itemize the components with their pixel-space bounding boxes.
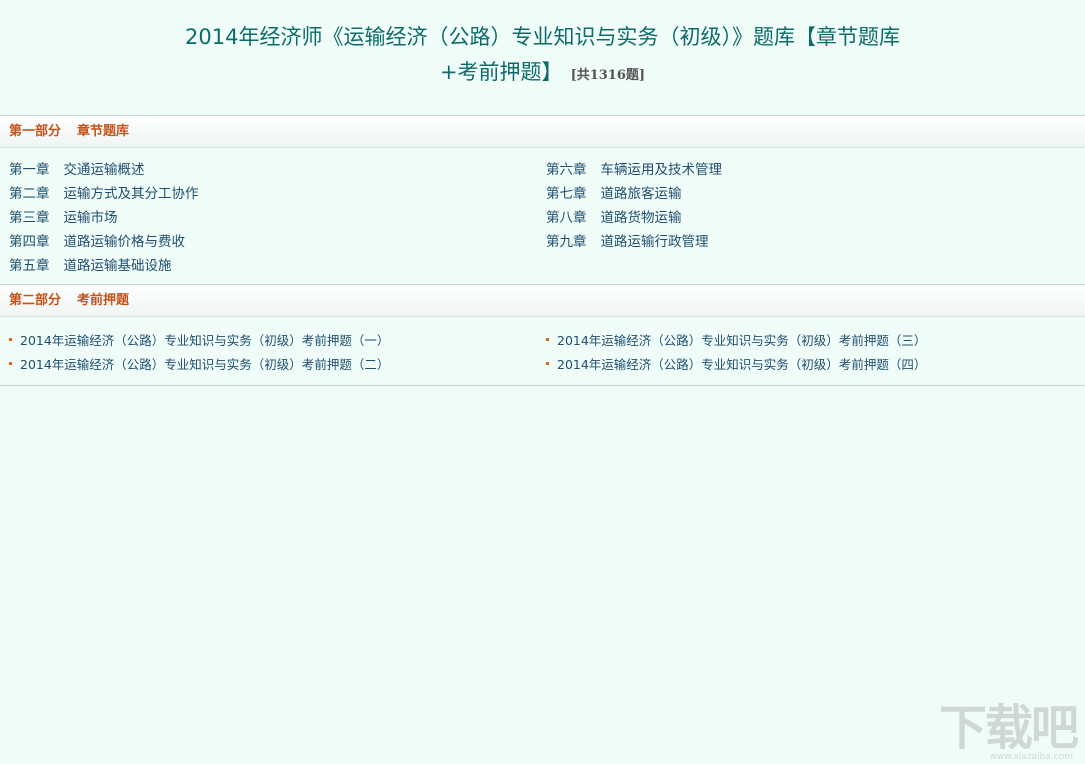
bullet-icon bbox=[9, 338, 12, 341]
chapter-link-7[interactable]: 第七章 道路旅客运输 bbox=[546, 182, 1083, 206]
title-line-2-text: +考前押题】 bbox=[439, 60, 563, 84]
exam-link-1[interactable]: 2014年运输经济（公路）专业知识与实务（初级）考前押题（一） bbox=[9, 329, 546, 353]
page-title: 2014年经济师《运输经济（公路）专业知识与实务（初级）》题库【章节题库 +考前… bbox=[0, 0, 1085, 95]
chapter-name: 运输市场 bbox=[63, 210, 118, 226]
chapter-link-9[interactable]: 第九章 道路运输行政管理 bbox=[546, 230, 1083, 254]
chapter-name: 道路运输价格与费收 bbox=[63, 234, 186, 250]
chapter-number: 第二章 bbox=[9, 186, 50, 202]
chapter-number: 第六章 bbox=[546, 162, 587, 178]
chapter-number: 第一章 bbox=[9, 162, 50, 178]
bullet-icon bbox=[546, 362, 549, 365]
section-name: 章节题库 bbox=[77, 124, 130, 139]
chapter-number: 第七章 bbox=[546, 186, 587, 202]
question-count: [共1316题] bbox=[570, 68, 646, 83]
bullet-icon bbox=[546, 338, 549, 341]
bullet-icon bbox=[9, 362, 12, 365]
exam-link-2[interactable]: 2014年运输经济（公路）专业知识与实务（初级）考前押题（二） bbox=[9, 353, 546, 377]
exam-title: 2014年运输经济（公路）专业知识与实务（初级）考前押题（三） bbox=[557, 333, 927, 348]
section-header-exams: 第二部分 考前押题 bbox=[0, 284, 1085, 317]
title-line-2: +考前押题】 [共1316题] bbox=[0, 55, 1085, 93]
title-line-1: 2014年经济师《运输经济（公路）专业知识与实务（初级）》题库【章节题库 bbox=[185, 25, 900, 49]
section-header-chapters: 第一部分 章节题库 bbox=[0, 115, 1085, 148]
chapter-link-1[interactable]: 第一章 交通运输概述 bbox=[9, 158, 546, 182]
chapter-name: 车辆运用及技术管理 bbox=[600, 162, 723, 178]
chapter-name: 运输方式及其分工协作 bbox=[63, 186, 199, 202]
chapter-link-8[interactable]: 第八章 道路货物运输 bbox=[546, 206, 1083, 230]
chapter-list: 第一章 交通运输概述 第六章 车辆运用及技术管理 第二章 运输方式及其分工协作 第七章… bbox=[0, 148, 1085, 284]
chapter-name: 道路旅客运输 bbox=[600, 186, 682, 202]
exam-title: 2014年运输经济（公路）专业知识与实务（初级）考前押题（四） bbox=[557, 357, 927, 372]
section-name: 考前押题 bbox=[77, 293, 130, 308]
chapter-number: 第四章 bbox=[9, 234, 50, 250]
exam-list: 2014年运输经济（公路）专业知识与实务（初级）考前押题（一） 2014年运输经… bbox=[0, 317, 1085, 386]
chapter-link-3[interactable]: 第三章 运输市场 bbox=[9, 206, 546, 230]
exam-link-4[interactable]: 2014年运输经济（公路）专业知识与实务（初级）考前押题（四） bbox=[546, 353, 1083, 377]
exam-link-3[interactable]: 2014年运输经济（公路）专业知识与实务（初级）考前押题（三） bbox=[546, 329, 1083, 353]
section-part-label: 第一部分 bbox=[9, 124, 62, 139]
chapter-number: 第九章 bbox=[546, 234, 587, 250]
watermark-logo: 下载吧 bbox=[938, 700, 1079, 756]
section-part-label: 第二部分 bbox=[9, 293, 62, 308]
exam-title: 2014年运输经济（公路）专业知识与实务（初级）考前押题（一） bbox=[20, 333, 390, 348]
chapter-link-5[interactable]: 第五章 道路运输基础设施 bbox=[9, 254, 546, 278]
chapter-name: 道路货物运输 bbox=[600, 210, 682, 226]
chapter-number: 第三章 bbox=[9, 210, 50, 226]
chapter-number: 第八章 bbox=[546, 210, 587, 226]
chapter-link-2[interactable]: 第二章 运输方式及其分工协作 bbox=[9, 182, 546, 206]
chapter-name: 交通运输概述 bbox=[63, 162, 145, 178]
exam-title: 2014年运输经济（公路）专业知识与实务（初级）考前押题（二） bbox=[20, 357, 390, 372]
chapter-link-4[interactable]: 第四章 道路运输价格与费收 bbox=[9, 230, 546, 254]
watermark-url: www.xiazaiba.com bbox=[989, 752, 1073, 762]
chapter-name: 道路运输基础设施 bbox=[63, 258, 172, 274]
chapter-link-6[interactable]: 第六章 车辆运用及技术管理 bbox=[546, 158, 1083, 182]
chapter-name: 道路运输行政管理 bbox=[600, 234, 709, 250]
chapter-number: 第五章 bbox=[9, 258, 50, 274]
